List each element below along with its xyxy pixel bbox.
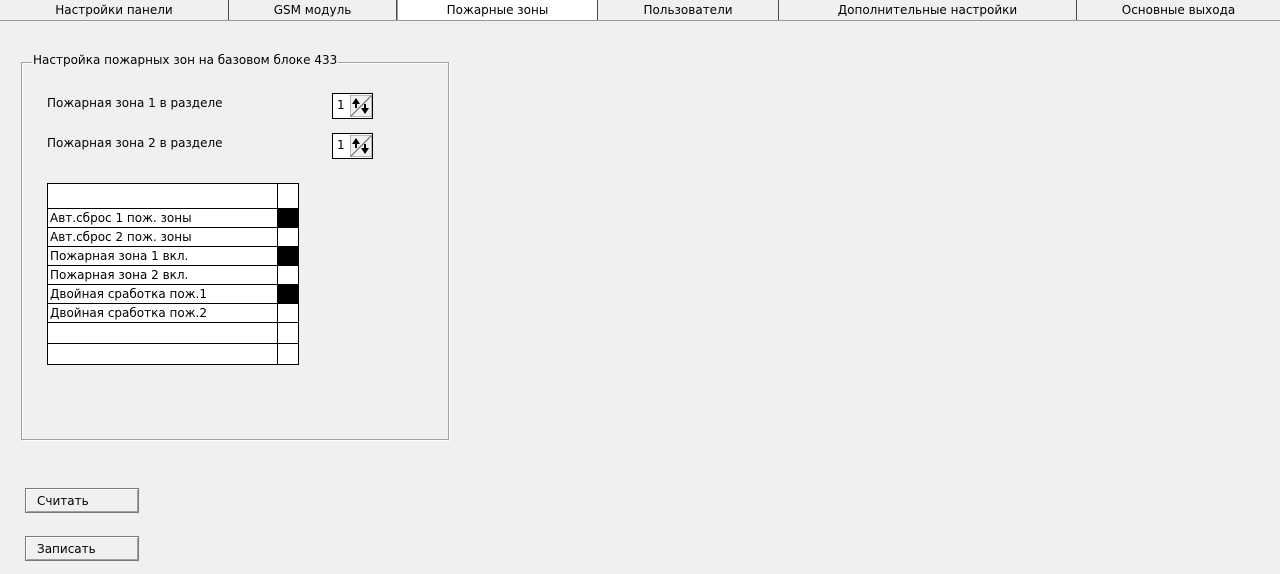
grid-row-label: Двойная сработка пож.2 (47, 303, 278, 323)
fire-zone-options-grid: Авт.сброс 1 пож. зоны Авт.сброс 2 пож. з… (47, 183, 299, 365)
fire-zone-1-partition-spinner[interactable]: 1 (332, 93, 373, 119)
tab-panel-settings[interactable]: Настройки панели (0, 0, 229, 20)
grid-row-label: Двойная сработка пож.1 (47, 284, 278, 304)
tab-gsm-module[interactable]: GSM модуль (229, 0, 397, 20)
grid-row: Авт.сброс 1 пож. зоны (47, 208, 299, 228)
read-button[interactable]: Считать (25, 488, 139, 513)
grid-row: Пожарная зона 2 вкл. (47, 265, 299, 285)
grid-row-toggle[interactable] (277, 284, 299, 304)
grid-empty-cell (47, 322, 278, 344)
fire-zone-1-partition-label: Пожарная зона 1 в разделе (47, 96, 223, 110)
grid-empty-row (47, 322, 299, 344)
grid-row: Двойная сработка пож.1 (47, 284, 299, 304)
grid-header-cell (47, 183, 278, 209)
group-title: Настройка пожарных зон на базовом блоке … (32, 53, 339, 67)
write-button[interactable]: Записать (25, 536, 139, 561)
spinner-value: 1 (337, 98, 345, 112)
spin-arrows-icon[interactable] (350, 95, 372, 117)
tab-users[interactable]: Пользователи (598, 0, 779, 20)
grid-row-toggle[interactable] (277, 303, 299, 323)
spin-arrows-icon[interactable] (350, 135, 372, 157)
grid-row-toggle[interactable] (277, 227, 299, 247)
grid-header-row (47, 183, 299, 209)
grid-empty-cell (277, 322, 299, 344)
grid-row-toggle[interactable] (277, 246, 299, 266)
grid-row-label: Авт.сброс 1 пож. зоны (47, 208, 278, 228)
grid-empty-cell (47, 343, 278, 365)
grid-row-label: Авт.сброс 2 пож. зоны (47, 227, 278, 247)
spinner-value: 1 (337, 138, 345, 152)
fire-zone-2-partition-label: Пожарная зона 2 в разделе (47, 136, 223, 150)
tab-fire-zones[interactable]: Пожарные зоны (397, 0, 598, 20)
grid-row-toggle[interactable] (277, 208, 299, 228)
grid-empty-row (47, 343, 299, 365)
grid-row-label: Пожарная зона 2 вкл. (47, 265, 278, 285)
grid-header-cell (277, 183, 299, 209)
grid-row: Двойная сработка пож.2 (47, 303, 299, 323)
grid-row-label: Пожарная зона 1 вкл. (47, 246, 278, 266)
grid-row: Пожарная зона 1 вкл. (47, 246, 299, 266)
grid-row: Авт.сброс 2 пож. зоны (47, 227, 299, 247)
grid-row-toggle[interactable] (277, 265, 299, 285)
tab-main-outputs[interactable]: Основные выхода (1077, 0, 1280, 20)
fire-zone-2-partition-spinner[interactable]: 1 (332, 133, 373, 159)
grid-empty-cell (277, 343, 299, 365)
tab-additional-settings[interactable]: Дополнительные настройки (779, 0, 1077, 20)
tab-strip: Настройки панели GSM модуль Пожарные зон… (0, 0, 1280, 21)
